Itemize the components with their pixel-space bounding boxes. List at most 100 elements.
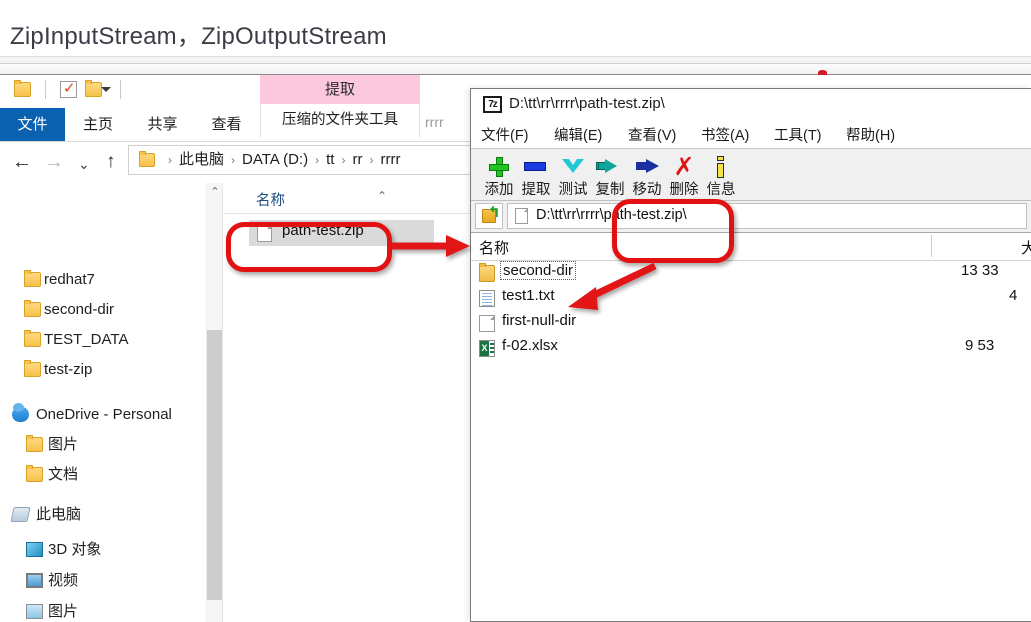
up-icon[interactable]: ↑ [106,152,116,172]
window-name-label: rrrr [425,114,444,130]
sevenzip-column-header-row: 名称 大 [471,233,1031,261]
file-list-pane: 名称 ⌃ path-test.zip [223,183,471,622]
entry-name: test1.txt [502,287,555,304]
checkbox-checked-icon[interactable]: ✓ [60,80,77,98]
archive-path-input[interactable]: D:\tt\rr\rrrr\path-test.zip\ [507,203,1027,229]
column-header-size[interactable]: 大 [1021,237,1031,258]
tab-share[interactable]: 共享 [131,108,194,141]
entry-size: 9 53 [965,337,995,354]
breadcrumb-item-3[interactable]: rr [351,151,363,168]
column-divider[interactable] [931,235,932,257]
sort-ascending-icon: ⌃ [377,189,388,203]
menu-tools[interactable]: 工具(T) [774,124,822,145]
menu-edit[interactable]: 编辑(E) [554,124,602,145]
sevenzip-window: 7z D:\tt\rr\rrrr\path-test.zip\ 文件(F) 编辑… [470,88,1031,622]
file-name-label: path-test.zip [282,222,364,239]
sidebar-item-label: 此电脑 [36,506,82,523]
onedrive-icon [12,403,29,422]
sidebar-item-label: OneDrive - Personal [36,406,172,423]
3d-objects-icon [26,542,43,557]
qat-divider-1 [45,80,46,99]
list-item[interactable]: path-test.zip [249,220,434,246]
breadcrumb-separator: › [341,153,346,167]
sidebar-item-label: 图片 [48,436,79,453]
menu-help[interactable]: 帮助(H) [846,124,895,145]
breadcrumb-item-0[interactable]: 此电脑 [178,151,225,168]
sidebar-item-label: 文档 [48,466,79,483]
column-header-row: 名称 ⌃ [223,183,471,214]
scroll-up-icon[interactable]: ⌃ [207,183,223,201]
pictures-icon [26,604,43,619]
entry-size: 4 [1009,287,1018,304]
sidebar-item-label: test-zip [44,361,93,378]
back-icon[interactable]: ← [12,152,32,172]
breadcrumb-item-4[interactable]: rrrr [379,151,401,168]
browser-chrome-strip-top [0,57,1031,64]
folder-icon [26,465,43,482]
videos-icon [26,573,43,588]
sidebar-item-label: 视频 [48,572,79,589]
contextual-group-title: 提取 [260,75,420,104]
sidebar-item-label: 3D 对象 [48,541,102,558]
table-row[interactable]: f-02.xlsx 9 53 [471,336,1031,361]
text-file-icon [479,290,495,307]
excel-file-icon [479,340,495,357]
column-header-name[interactable]: 名称 [479,237,509,258]
folder-icon [24,330,41,347]
folder-icon [24,270,41,287]
page-heading: ZipInputStream，ZipOutputStream [0,0,1031,57]
tab-compressed-folder-tools[interactable]: 压缩的文件夹工具 [260,104,420,137]
table-row[interactable]: test1.txt 4 [471,286,1031,311]
menu-view[interactable]: 查看(V) [628,124,676,145]
breadcrumb: › 此电脑 › DATA (D:) › tt › rr › rrrr [162,146,401,174]
sevenzip-app-icon: 7z [483,96,502,113]
navigation-pane: redhat7 second-dir TEST_DATA test-zip On… [0,183,206,622]
folder-icon [26,435,43,452]
folder-icon [24,300,41,317]
sevenzip-addressbar: ↰ D:\tt\rr\rrrr\path-test.zip\ [471,201,1031,233]
toolbar-info-label: 信息 [706,182,736,198]
breadcrumb-item-1[interactable]: DATA (D:) [241,151,309,168]
sevenzip-file-list: second-dir 13 33 test1.txt 4 first-null-… [471,261,1031,621]
entry-name: first-null-dir [502,312,577,329]
toolbar-info-button[interactable]: 信息 [698,151,744,199]
breadcrumb-separator: › [231,153,236,167]
menu-file[interactable]: 文件(F) [481,124,529,145]
folder-icon[interactable] [14,80,31,97]
browser-chrome-strip-bottom [0,64,1031,75]
this-pc-icon [10,507,31,522]
table-row[interactable]: second-dir 13 33 [471,261,1031,286]
sidebar-item-label: second-dir [44,301,115,318]
qat-divider-2 [120,80,121,99]
sevenzip-title-text: D:\tt\rr\rrrr\path-test.zip\ [509,95,665,112]
sidebar-item-label: 图片 [48,603,79,620]
chevron-down-icon[interactable] [101,87,111,92]
folder-icon [139,151,155,167]
sevenzip-menubar: 文件(F) 编辑(E) 查看(V) 书签(A) 工具(T) 帮助(H) [471,121,1031,149]
forward-icon[interactable]: → [44,152,64,172]
up-one-level-icon[interactable]: ↰ [475,203,503,229]
navigation-pane-scrollbar[interactable]: ⌃ [206,183,223,622]
folder-icon[interactable] [85,80,102,97]
recent-locations-icon[interactable]: ⌄ [78,154,90,174]
column-header-name[interactable]: 名称 [256,189,285,210]
entry-size: 13 33 [961,262,999,279]
archive-path-text: D:\tt\rr\rrrr\path-test.zip\ [536,207,687,223]
file-icon [257,224,272,242]
menu-bookmark[interactable]: 书签(A) [701,124,749,145]
scrollbar-thumb[interactable] [207,330,223,600]
tab-file[interactable]: 文件 [0,108,65,141]
tab-home[interactable]: 主页 [65,108,131,141]
folder-icon [24,360,41,377]
sevenzip-toolbar: 添加 提取 测试 复制 移动 ✗ 删除 信息 [471,149,1031,201]
table-row[interactable]: first-null-dir [471,311,1031,336]
file-icon [515,208,528,224]
contextual-tab-group: 提取 压缩的文件夹工具 [260,75,420,141]
breadcrumb-item-2[interactable]: tt [325,151,335,168]
tab-view[interactable]: 查看 [194,108,259,141]
info-i-icon [698,153,744,179]
address-bar[interactable]: › 此电脑 › DATA (D:) › tt › rr › rrrr [128,145,471,175]
breadcrumb-separator: › [369,153,374,167]
folder-icon [479,263,495,282]
sevenzip-titlebar: 7z D:\tt\rr\rrrr\path-test.zip\ [471,89,1031,121]
